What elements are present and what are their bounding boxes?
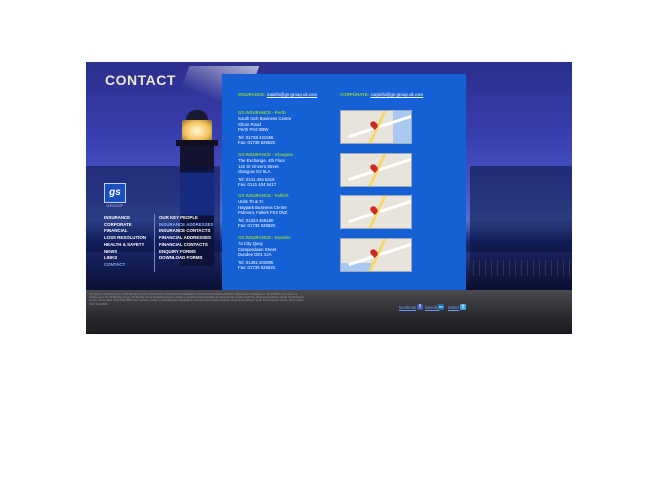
twitter-icon[interactable]: t: [460, 304, 466, 310]
nav-item-financial[interactable]: FINANCIAL: [104, 228, 146, 235]
nav-item-corporate[interactable]: CORPORATE: [104, 222, 146, 229]
twitter-link[interactable]: twitter: [448, 305, 459, 310]
office-fax: Fax: 01738 625820: [238, 265, 276, 271]
office-glasgow: GS INSURANCE - Glasgow The Exchange, 4th…: [238, 152, 338, 188]
linkedin-icon[interactable]: in: [438, 304, 444, 310]
navigation-panel: gs GROUP INSURANCE CORPORATE FINANCIAL LOSS…: [86, 166, 220, 290]
nav-item-loss-resolution[interactable]: LOSS RESOLUTION: [104, 235, 146, 242]
nav-item-health-safety[interactable]: HEALTH & SAFETY: [104, 242, 146, 249]
page-title: CONTACT: [105, 72, 176, 88]
office-perth: GS INSURANCE - Perth South Inch Business…: [238, 110, 338, 146]
office-heading: GS INSURANCE - Dundee: [238, 235, 291, 240]
logo-subtitle: GROUP: [106, 203, 124, 208]
nav-item-insurance[interactable]: INSURANCE: [104, 215, 146, 222]
subnav-item-download-forms[interactable]: DOWNLOAD FORMS: [159, 255, 213, 262]
subnav-item-our-key-people[interactable]: OUR KEY PEOPLE: [159, 215, 213, 222]
facebook-icon[interactable]: f: [417, 304, 423, 310]
contact-panel: INSURANCE: mainfo@gs-group.uk.com CORPOR…: [222, 74, 466, 290]
insurance-label: INSURANCE:: [238, 92, 266, 97]
office-fax: Fax: 01738 625820: [238, 223, 276, 229]
office-fax: Fax: 01738 625820: [238, 140, 276, 146]
corporate-email-link[interactable]: corpinfo@gs-group.uk.com: [370, 92, 423, 97]
nav-item-news[interactable]: NEWS: [104, 249, 146, 256]
map-glasgow[interactable]: [340, 153, 412, 187]
map-falkirk[interactable]: [340, 195, 412, 229]
lighthouse-lamp: [182, 120, 212, 142]
map-perth[interactable]: [340, 110, 412, 144]
corporate-label: CORPORATE:: [340, 92, 370, 97]
gs-logo[interactable]: gs: [104, 183, 126, 203]
facebook-link[interactable]: facebook: [399, 305, 416, 310]
legal-text: GS group is a trading name of GS Barclay…: [89, 293, 304, 306]
office-dundee: GS INSURANCE - Dundee 7a City Quay Campe…: [238, 235, 338, 271]
right-overlay-panel: [470, 166, 572, 290]
office-falkirk: GS INSURANCE - Falkirk Units 7b & 7c Hay…: [238, 193, 338, 229]
subnav-item-insurance-addresses[interactable]: INSURANCE ADDRESSES: [159, 222, 213, 229]
main-nav: INSURANCE CORPORATE FINANCIAL LOSS RESOLUTI…: [104, 215, 146, 269]
corporate-email-line: CORPORATE: corpinfo@gs-group.uk.com: [340, 92, 423, 97]
subnav-item-insurance-contacts[interactable]: INSURANCE CONTACTS: [159, 228, 213, 235]
nav-item-contact[interactable]: CONTACT: [104, 262, 146, 269]
insurance-email-link[interactable]: mainfo@gs-group.uk.com: [267, 92, 317, 97]
website-frame: CONTACT gs GROUP INSURANCE CORPORATE FINAN…: [86, 62, 572, 334]
subnav-item-enquiry-forms[interactable]: ENQUIRY FORMS: [159, 249, 213, 256]
office-heading: GS INSURANCE - Falkirk: [238, 193, 289, 198]
insurance-email-line: INSURANCE: mainfo@gs-group.uk.com: [238, 92, 317, 97]
map-dundee[interactable]: [340, 238, 412, 272]
sub-nav: OUR KEY PEOPLE INSURANCE ADDRESSES INSURAN…: [159, 215, 213, 262]
footer: GS group is a trading name of GS Barclay…: [86, 290, 572, 334]
subnav-item-financial-contacts[interactable]: FINANCIAL CONTACTS: [159, 242, 213, 249]
nav-item-links[interactable]: LINKS: [104, 255, 146, 262]
office-heading: GS INSURANCE - Perth: [238, 110, 286, 115]
office-fax: Fax: 0141 404 5417: [238, 182, 277, 188]
nav-divider: [154, 214, 155, 272]
subnav-item-financial-addresses[interactable]: FINANCIAL ADDRESSES: [159, 235, 213, 242]
office-heading: GS INSURANCE - Glasgow: [238, 152, 293, 157]
